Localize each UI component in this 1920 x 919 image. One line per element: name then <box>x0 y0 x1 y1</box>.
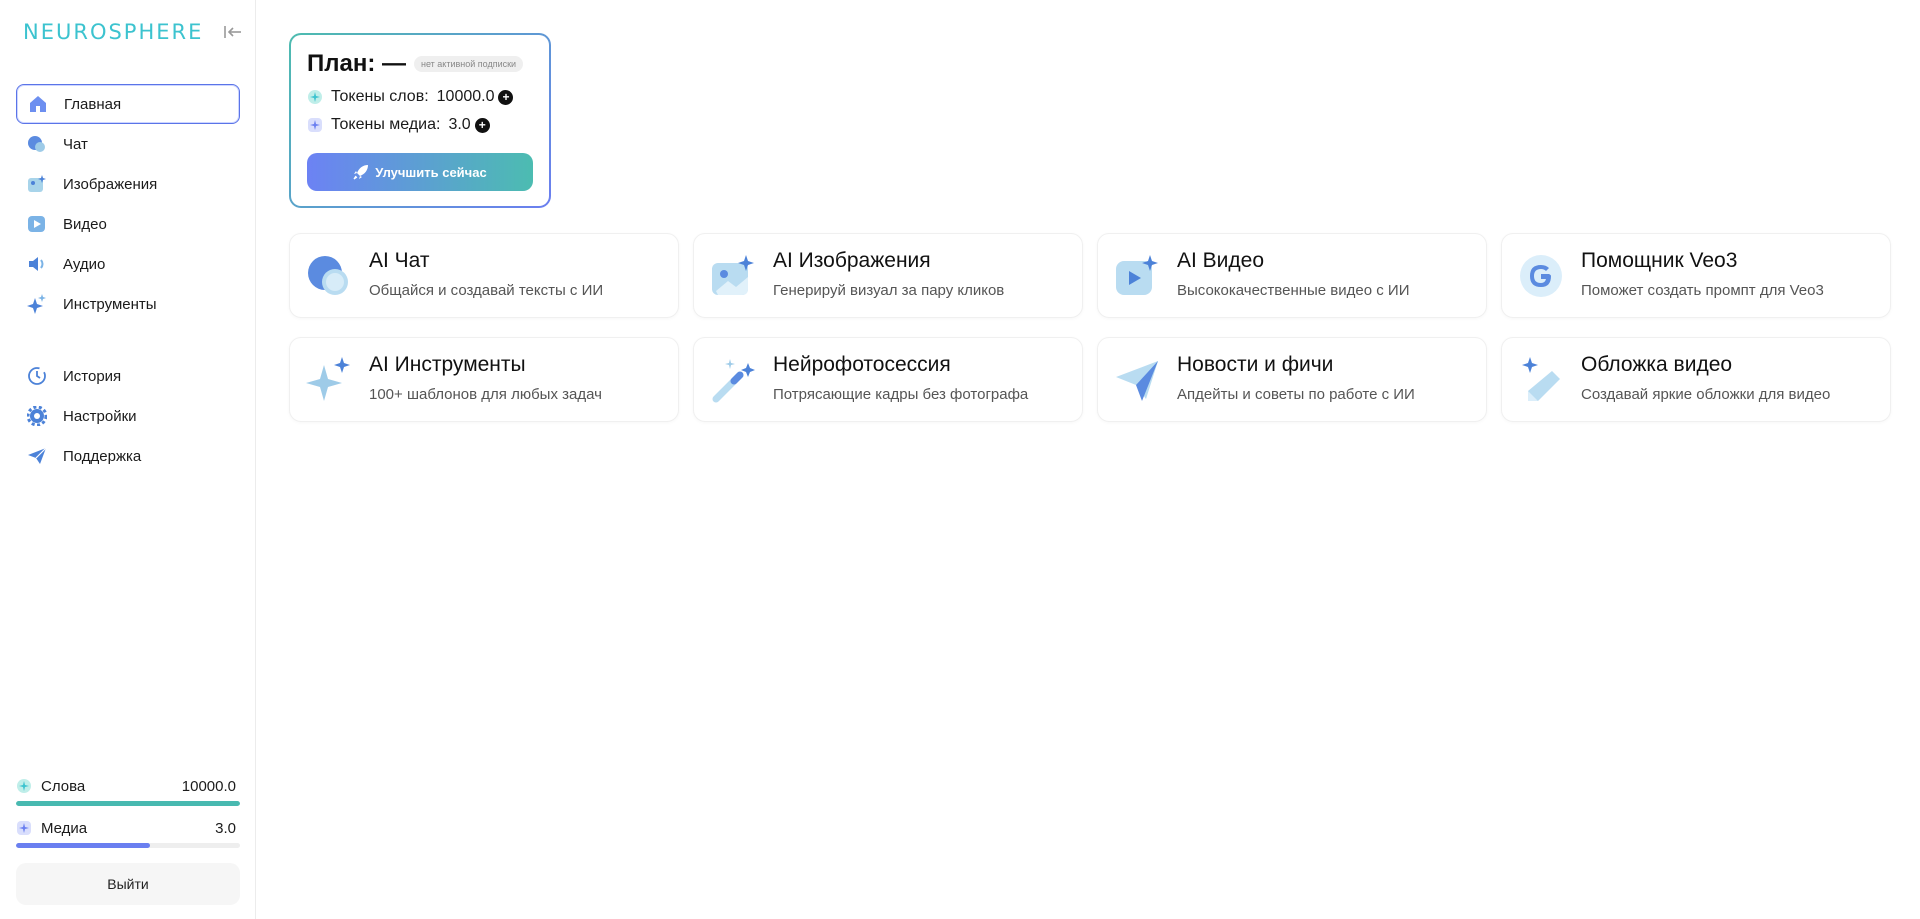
add-word-tokens-button[interactable]: + <box>498 89 514 105</box>
sidebar-item-video[interactable]: Видео <box>16 204 240 244</box>
clock-icon <box>26 365 48 387</box>
usage-words-row: Слова 10000.0 <box>16 776 240 796</box>
usage-panel: Слова 10000.0 Медиа 3.0 <box>16 776 240 848</box>
feature-card-title: AI Изображения <box>773 249 931 272</box>
sidebar-item-images[interactable]: Изображения <box>16 164 240 204</box>
image-sparkle-icon <box>710 252 756 300</box>
pencil-sparkle-icon <box>1518 356 1564 404</box>
sidebar-item-label: Инструменты <box>63 295 157 313</box>
word-tokens-label: Токены слов: <box>331 88 429 105</box>
sidebar-item-label: Поддержка <box>63 447 142 465</box>
sidebar-item-label: Настройки <box>63 407 137 425</box>
sidebar-item-label: Чат <box>63 135 88 153</box>
nav-divider <box>16 324 240 356</box>
media-tokens-label: Токены медиа: <box>331 116 441 133</box>
feature-card-desc: Потрясающие кадры без фотографа <box>773 386 1029 403</box>
word-tokens-row: Токены слов: 10000.0 + <box>307 88 514 106</box>
sidebar-item-support[interactable]: Поддержка <box>16 436 240 476</box>
feature-card-title: Помощник Veo3 <box>1581 249 1738 272</box>
media-token-icon <box>16 820 32 836</box>
collapse-sidebar-button[interactable] <box>221 20 245 44</box>
usage-media-row: Медиа 3.0 <box>16 818 240 838</box>
feature-card-news[interactable]: Новости и фичи Апдейты и советы по работ… <box>1097 337 1487 422</box>
word-tokens-value: 10000.0 <box>436 88 495 105</box>
sidebar-item-audio[interactable]: Аудио <box>16 244 240 284</box>
feature-card-ai-video[interactable]: AI Видео Высококачественные видео с ИИ <box>1097 233 1487 318</box>
sidebar-item-label: Видео <box>63 215 107 233</box>
usage-media-fill <box>16 843 151 848</box>
usage-words-value: 10000.0 <box>181 777 236 795</box>
collapse-left-icon <box>224 26 241 38</box>
feature-card-desc: 100+ шаблонов для любых задач <box>369 386 602 403</box>
word-token-icon <box>307 89 323 105</box>
subscription-status-badge: нет активной подписки <box>414 56 524 72</box>
feature-card-desc: Общайся и создавай тексты с ИИ <box>369 282 604 299</box>
paper-plane-icon <box>1114 356 1160 404</box>
gear-icon <box>26 405 48 427</box>
sidebar-item-history[interactable]: История <box>16 356 240 396</box>
chat-icon <box>26 133 48 155</box>
plan-card: План: — нет активной подписки Токены сло… <box>289 33 551 208</box>
brand-name: NEUROSPHERE <box>23 20 204 44</box>
brand-logo[interactable]: NEUROSPHERE <box>23 20 203 44</box>
feature-card-desc: Генерируй визуал за пару кликов <box>773 282 1005 299</box>
sidebar-item-label: Главная <box>64 95 122 113</box>
feature-card-video-cover[interactable]: Обложка видео Создавай яркие обложки для… <box>1501 337 1891 422</box>
sidebar-item-home[interactable]: Главная <box>16 84 240 124</box>
sidebar-nav: Главная Чат Изображения Видео Аудио Инст… <box>16 84 240 476</box>
feature-card-title: Нейрофотосессия <box>773 353 951 376</box>
usage-words-bar <box>16 801 240 806</box>
magic-wand-icon <box>710 356 756 404</box>
video-sparkle-icon <box>1114 252 1160 300</box>
feature-card-veo3-assistant[interactable]: Помощник Veo3 Поможет создать промпт для… <box>1501 233 1891 318</box>
usage-media-bar <box>16 843 240 848</box>
feature-card-title: AI Видео <box>1177 249 1265 272</box>
rocket-icon <box>353 164 369 180</box>
video-icon <box>26 213 48 235</box>
usage-words-fill <box>16 801 240 806</box>
feature-card-title: AI Инструменты <box>369 353 526 376</box>
upgrade-button[interactable]: Улучшить сейчас <box>307 153 533 191</box>
image-icon <box>26 173 48 195</box>
add-media-tokens-button[interactable]: + <box>474 117 490 133</box>
feature-card-desc: Апдейты и советы по работе с ИИ <box>1177 386 1415 403</box>
app-root: NEUROSPHERE Главная Чат Изображения Виде… <box>0 0 1920 919</box>
sidebar-item-label: История <box>63 367 122 385</box>
usage-media-value: 3.0 <box>215 819 236 837</box>
plan-title-row: План: — нет активной подписки <box>307 50 524 78</box>
sidebar: NEUROSPHERE Главная Чат Изображения Виде… <box>0 0 256 919</box>
sparkle-icon <box>26 293 48 315</box>
feature-card-desc: Высококачественные видео с ИИ <box>1177 282 1410 299</box>
send-icon <box>26 445 48 467</box>
upgrade-button-label: Улучшить сейчас <box>375 164 487 180</box>
sidebar-item-settings[interactable]: Настройки <box>16 396 240 436</box>
feature-card-ai-tools[interactable]: AI Инструменты 100+ шаблонов для любых з… <box>289 337 679 422</box>
speaker-icon <box>26 253 48 275</box>
media-tokens-value: 3.0 <box>448 116 471 133</box>
feature-card-title: Новости и фичи <box>1177 353 1334 376</box>
feature-card-title: AI Чат <box>369 249 430 272</box>
feature-card-desc: Поможет создать промпт для Veo3 <box>1581 282 1824 299</box>
chat-bubble-icon <box>306 252 352 300</box>
home-icon <box>27 93 49 115</box>
word-token-icon <box>16 778 32 794</box>
sidebar-item-chat[interactable]: Чат <box>16 124 240 164</box>
sparkles-icon <box>306 356 352 404</box>
plan-title: План: — <box>307 50 406 77</box>
feature-card-title: Обложка видео <box>1581 353 1733 376</box>
logout-button[interactable]: Выйти <box>16 863 240 905</box>
sidebar-item-tools[interactable]: Инструменты <box>16 284 240 324</box>
feature-card-ai-chat[interactable]: AI Чат Общайся и создавай тексты с ИИ <box>289 233 679 318</box>
usage-media-label: Медиа <box>41 819 88 837</box>
sidebar-item-label: Изображения <box>63 175 158 193</box>
sidebar-item-label: Аудио <box>63 255 106 273</box>
google-icon <box>1518 252 1564 300</box>
feature-card-desc: Создавай яркие обложки для видео <box>1581 386 1831 403</box>
feature-card-neuro-photoshoot[interactable]: Нейрофотосессия Потрясающие кадры без фо… <box>693 337 1083 422</box>
feature-card-ai-images[interactable]: AI Изображения Генерируй визуал за пару … <box>693 233 1083 318</box>
usage-words-label: Слова <box>41 777 86 795</box>
media-token-icon <box>307 117 323 133</box>
media-tokens-row: Токены медиа: 3.0 + <box>307 116 490 134</box>
